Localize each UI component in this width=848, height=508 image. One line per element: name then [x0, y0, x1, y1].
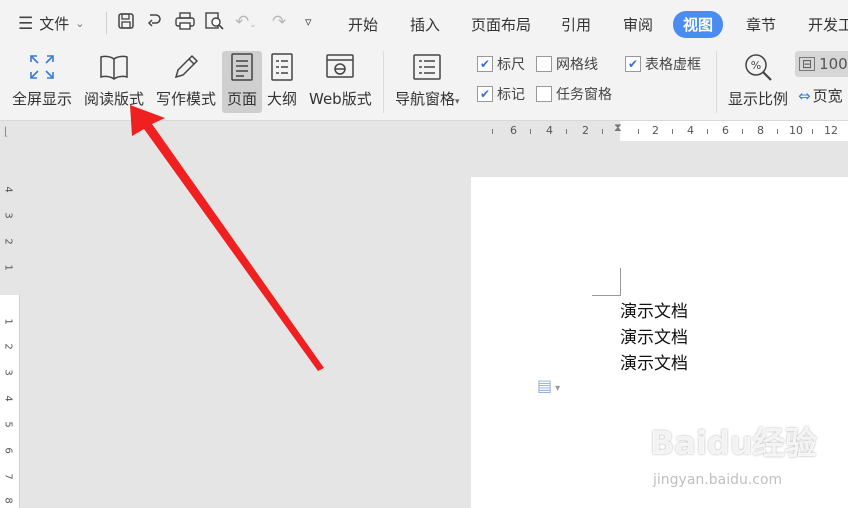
watermark-logo: Baidu经验 — [650, 424, 817, 462]
watermark-url: jingyan.baidu.com — [653, 472, 783, 488]
